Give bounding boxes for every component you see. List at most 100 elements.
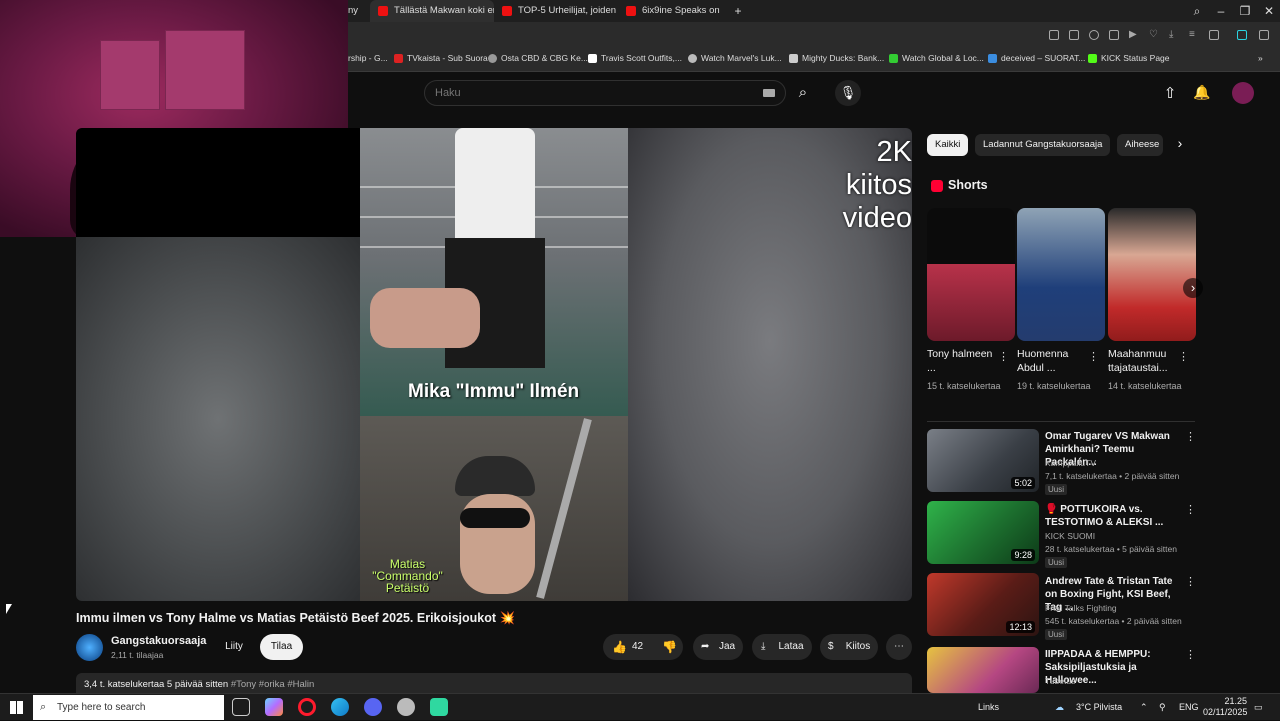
search-icon[interactable]: ⌕ (793, 84, 813, 104)
extension-icon[interactable] (1109, 30, 1119, 40)
youtube-favicon-icon (502, 6, 512, 16)
clock[interactable]: 21.25 02/11/2025 (1203, 696, 1247, 718)
tab-3[interactable]: 6ix9ine Speaks on Every P (618, 0, 722, 22)
windows-start-icon[interactable] (10, 701, 23, 714)
bookmark-item[interactable]: Travis Scott Outfits,... (588, 53, 682, 63)
like-icon[interactable]: 👍 (612, 640, 627, 654)
menu-icon[interactable]: ≡ (1189, 30, 1199, 40)
tab-2[interactable]: TOP-5 Urheilijat, joiden ei (494, 0, 618, 22)
video-menu-icon[interactable]: ⋮ (1185, 505, 1196, 516)
bookmarks-overflow-icon[interactable]: » (1258, 53, 1263, 63)
tab-0[interactable]: ny (348, 0, 370, 22)
short-menu-icon[interactable]: ⋮ (1178, 352, 1189, 363)
video-menu-icon[interactable]: ⋮ (1185, 577, 1196, 588)
short-thumbnail[interactable] (1017, 208, 1105, 341)
shorts-next-icon[interactable]: › (1183, 278, 1203, 298)
notifications-bell-icon[interactable]: 🔔 (1192, 84, 1212, 104)
close-icon[interactable]: ✕ (1257, 0, 1280, 22)
chip-related[interactable]: Aiheese (1117, 134, 1163, 156)
chip-all[interactable]: Kaikki (927, 134, 969, 156)
task-view-icon[interactable] (232, 698, 250, 716)
video-thumbnail[interactable]: 5:02 (927, 429, 1039, 492)
bookmark-item[interactable]: TVkaista - Sub Suora (394, 53, 488, 63)
channel-avatar[interactable] (76, 634, 103, 661)
shorts-heading: Shorts (948, 178, 988, 192)
video-channel[interactable]: KamppailuTV (1045, 457, 1190, 469)
tray-expand-icon[interactable]: ⌃ (1140, 694, 1148, 721)
discord-icon[interactable] (364, 698, 382, 716)
camera-icon[interactable] (1069, 30, 1079, 40)
notification-center-icon[interactable]: ▭ (1254, 694, 1263, 721)
weather-text[interactable]: 3°C Pilvista (1076, 694, 1122, 721)
short-thumbnail[interactable] (927, 208, 1015, 341)
short-thumbnail[interactable] (1108, 208, 1196, 341)
share-icon: ➦ (701, 641, 710, 652)
channel-name[interactable]: Gangstakuorsaaja (111, 635, 206, 647)
heart-icon[interactable]: ♡ (1149, 30, 1159, 40)
more-actions-button[interactable]: ⋯ (886, 634, 912, 660)
video-thumbnail[interactable]: 9:28 (927, 501, 1039, 564)
bookmark-item[interactable]: Mighty Ducks: Bank... (789, 53, 884, 63)
download-icon[interactable]: ⤓ (1169, 30, 1179, 40)
short-title[interactable]: Tony halmeen ... (927, 347, 1001, 375)
wallet-icon[interactable] (1259, 30, 1269, 40)
description-tags[interactable]: #Tony #orika #Halin (231, 679, 314, 690)
video-thumbnail[interactable] (927, 647, 1039, 693)
short-title[interactable]: Maahanmuu ttajataustai... (1108, 347, 1182, 375)
video-menu-icon[interactable]: ⋮ (1185, 432, 1196, 443)
links-toolbar[interactable]: Links (978, 694, 999, 721)
copilot-icon[interactable] (265, 698, 283, 716)
video-title-link[interactable]: 🥊 POTTUKOIRA vs. TESTOTIMO & ALEKSI ... (1045, 503, 1185, 529)
join-button[interactable]: Liity (216, 634, 252, 660)
aria-icon[interactable] (1237, 30, 1247, 40)
app-icon[interactable] (397, 698, 415, 716)
short-title[interactable]: Huomenna Abdul ... (1017, 347, 1091, 375)
lock-icon[interactable] (1209, 30, 1219, 40)
video-channel[interactable]: Fred Talks Fighting (1045, 602, 1190, 614)
search-input[interactable] (435, 87, 735, 99)
network-icon[interactable]: ⚲ (1159, 694, 1166, 721)
search-tabs-icon[interactable]: ⌕ (1185, 0, 1209, 22)
search-box (424, 80, 786, 106)
tab-1[interactable]: Tällästä Makwan koki enne (370, 0, 494, 22)
new-tab-button[interactable]: + (726, 0, 750, 22)
chip-uploader[interactable]: Ladannut Gangstakuorsaaja (975, 134, 1111, 156)
language-indicator[interactable]: ENG (1179, 694, 1199, 721)
short-menu-icon[interactable]: ⋮ (1088, 352, 1099, 363)
shield-icon[interactable] (1089, 30, 1099, 40)
bookmark-item[interactable]: rship - G... (348, 53, 388, 63)
video-thumbnail[interactable]: 12:13 (927, 573, 1039, 636)
subscribe-button[interactable]: Tilaa (260, 634, 303, 660)
video-menu-icon[interactable]: ⋮ (1185, 650, 1196, 661)
bookmark-item[interactable]: deceived – SUORAT... (988, 53, 1085, 63)
video-channel[interactable]: Tubetus (1045, 675, 1190, 688)
bookmark-item[interactable]: Watch Marvel's Luk... (688, 53, 782, 63)
bookmark-item[interactable]: KICK Status Page (1088, 53, 1170, 63)
dislike-icon[interactable]: 👎 (662, 640, 677, 654)
taskbar-search[interactable]: ⌕ Type here to search (33, 695, 224, 720)
short-menu-icon[interactable]: ⋮ (998, 352, 1009, 363)
app-icon-green[interactable] (430, 698, 448, 716)
thanks-button[interactable]: $ Kiitos (820, 634, 878, 660)
upload-icon[interactable]: ⇧ (1160, 84, 1180, 104)
minimize-icon[interactable]: – (1209, 0, 1233, 22)
new-badge: Uusi (1045, 629, 1068, 640)
description-box[interactable]: 3,4 t. katselukertaa 5 päivää sitten #To… (76, 673, 912, 693)
bookmarks-bar: rship - G... TVkaista - Sub Suora Osta C… (348, 48, 1280, 72)
keyboard-icon[interactable] (763, 89, 775, 97)
edit-icon[interactable] (1049, 30, 1059, 40)
bookmark-item[interactable]: Osta CBD & CBG Ke... (488, 53, 588, 63)
maximize-icon[interactable]: ❐ (1233, 0, 1257, 22)
edge-icon[interactable] (331, 698, 349, 716)
video-channel[interactable]: KICK SUOMI (1045, 530, 1190, 542)
download-icon: ⤓ (761, 641, 766, 652)
play-icon[interactable]: ▶ (1129, 30, 1139, 40)
bookmark-item[interactable]: Watch Global & Loc... (889, 53, 984, 63)
video-player[interactable]: 2K kiitos video Mika "Immu" Ilmén Matias… (76, 128, 912, 601)
opera-icon[interactable] (298, 698, 316, 716)
download-button[interactable]: ⤓ Lataa (752, 634, 812, 660)
share-button[interactable]: ➦ Jaa (693, 634, 743, 660)
chevron-right-icon[interactable]: › (1171, 135, 1189, 151)
avatar[interactable] (1232, 82, 1254, 104)
microphone-icon[interactable]: 🎙 (835, 80, 861, 106)
